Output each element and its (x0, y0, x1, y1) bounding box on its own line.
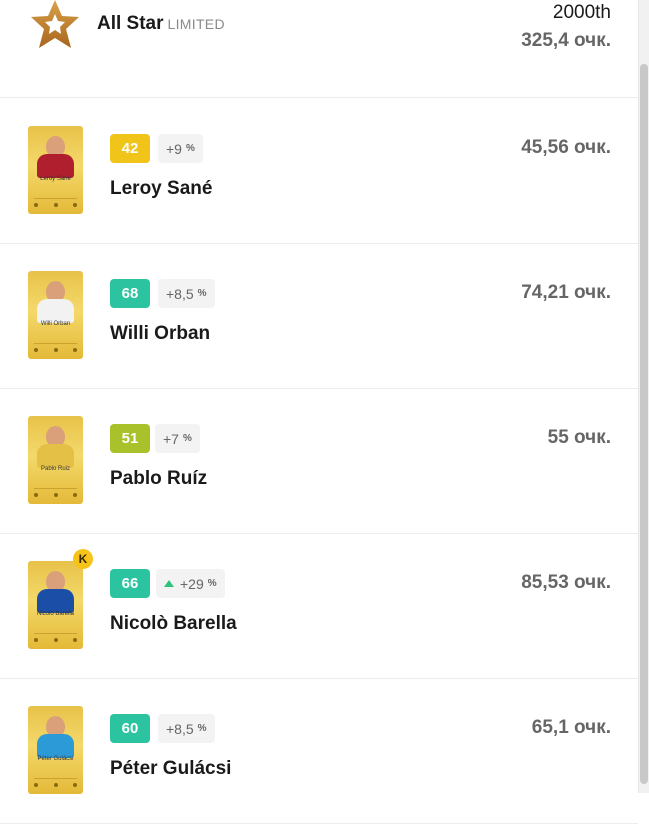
player-card[interactable]: Pablo Ruiz (28, 416, 83, 504)
player-score-badge: 60 (110, 714, 150, 743)
player-card[interactable]: Péter Gulácsi (28, 706, 83, 794)
player-name[interactable]: Péter Gulácsi (110, 758, 231, 780)
player-shirt (37, 589, 74, 613)
bonus-value: +29 (180, 575, 204, 592)
bonus-badge: +8,5% (158, 279, 215, 308)
player-score-badge: 66 (110, 569, 150, 598)
player-shirt (37, 154, 74, 178)
player-name[interactable]: Pablo Ruíz (110, 468, 207, 490)
card-stats (34, 783, 77, 787)
player-name[interactable]: Leroy Sané (110, 178, 212, 200)
card-stats (34, 638, 77, 642)
player-shirt (37, 299, 74, 323)
card-divider (34, 778, 77, 779)
total-points: 325,4 очк. (521, 30, 611, 51)
card-player-name: Leroy Sané (40, 176, 71, 182)
competition-name: All Star (97, 13, 164, 34)
bonus-value: +8,5 (166, 285, 194, 302)
percent-icon: % (182, 433, 192, 444)
player-shirt (37, 734, 74, 758)
percent-icon: % (185, 143, 195, 154)
triangle-up-icon (164, 580, 174, 587)
percent-icon: % (207, 578, 217, 589)
bonus-badge: +7% (155, 424, 200, 453)
bonus-value: +9 (166, 140, 182, 157)
card-player-name: Nicolò Barella (36, 611, 75, 617)
bonus-value: +7 (163, 430, 179, 447)
card-stats (34, 348, 77, 352)
player-score-badge: 68 (110, 279, 150, 308)
card-divider (34, 633, 77, 634)
card-stats (34, 203, 77, 207)
player-points: 45,56 очк. (521, 137, 611, 158)
star-badge-icon (31, 0, 79, 48)
player-shirt (37, 444, 74, 468)
card-divider (34, 198, 77, 199)
player-card[interactable]: Willi Orban (28, 271, 83, 359)
card-player-name: Péter Gulácsi (37, 756, 74, 762)
player-points: 55 очк. (547, 427, 611, 448)
player-name[interactable]: Nicolò Barella (110, 613, 237, 635)
bonus-badge: +29% (156, 569, 225, 598)
card-stats (34, 493, 77, 497)
percent-icon: % (197, 288, 207, 299)
player-row[interactable]: Leroy Sané 42 +9% Leroy Sané 45,56 очк. (0, 98, 638, 244)
player-card[interactable]: Nicolò Barella (28, 561, 83, 649)
player-row[interactable]: Pablo Ruiz 51 +7% Pablo Ruíz 55 очк. (0, 388, 638, 534)
captain-badge: K (73, 549, 93, 569)
lineup-header: All Star LIMITED 2000th 325,4 очк. (0, 0, 638, 98)
scrollbar-thumb[interactable] (640, 64, 648, 784)
scrollbar[interactable] (639, 0, 649, 793)
player-points: 85,53 очк. (521, 572, 611, 593)
card-divider (34, 343, 77, 344)
bonus-badge: +8,5% (158, 714, 215, 743)
bonus-value: +8,5 (166, 720, 194, 737)
percent-icon: % (197, 723, 207, 734)
player-row[interactable]: Péter Gulácsi 60 +8,5% Péter Gulácsi 65,1 оч… (0, 678, 638, 824)
player-card[interactable]: Leroy Sané (28, 126, 83, 214)
lineup-panel: All Star LIMITED 2000th 325,4 очк. Leroy … (0, 0, 639, 824)
rarity-label: LIMITED (167, 16, 225, 32)
player-name[interactable]: Willi Orban (110, 323, 210, 345)
card-player-name: Willi Orban (40, 321, 71, 327)
card-divider (34, 488, 77, 489)
player-row[interactable]: Nicolò Barella K 66 +29% Nicolò Barella 85,53… (0, 533, 638, 679)
player-points: 74,21 очк. (521, 282, 611, 303)
competition-title: All Star LIMITED (97, 13, 225, 35)
card-player-name: Pablo Ruiz (40, 466, 70, 472)
bonus-badge: +9% (158, 134, 203, 163)
player-points: 65,1 очк. (531, 717, 611, 738)
player-row[interactable]: Willi Orban 68 +8,5% Willi Orban 74,21 очк. (0, 243, 638, 389)
rank-value: 2000th (552, 2, 611, 23)
player-score-badge: 51 (110, 424, 150, 453)
player-score-badge: 42 (110, 134, 150, 163)
